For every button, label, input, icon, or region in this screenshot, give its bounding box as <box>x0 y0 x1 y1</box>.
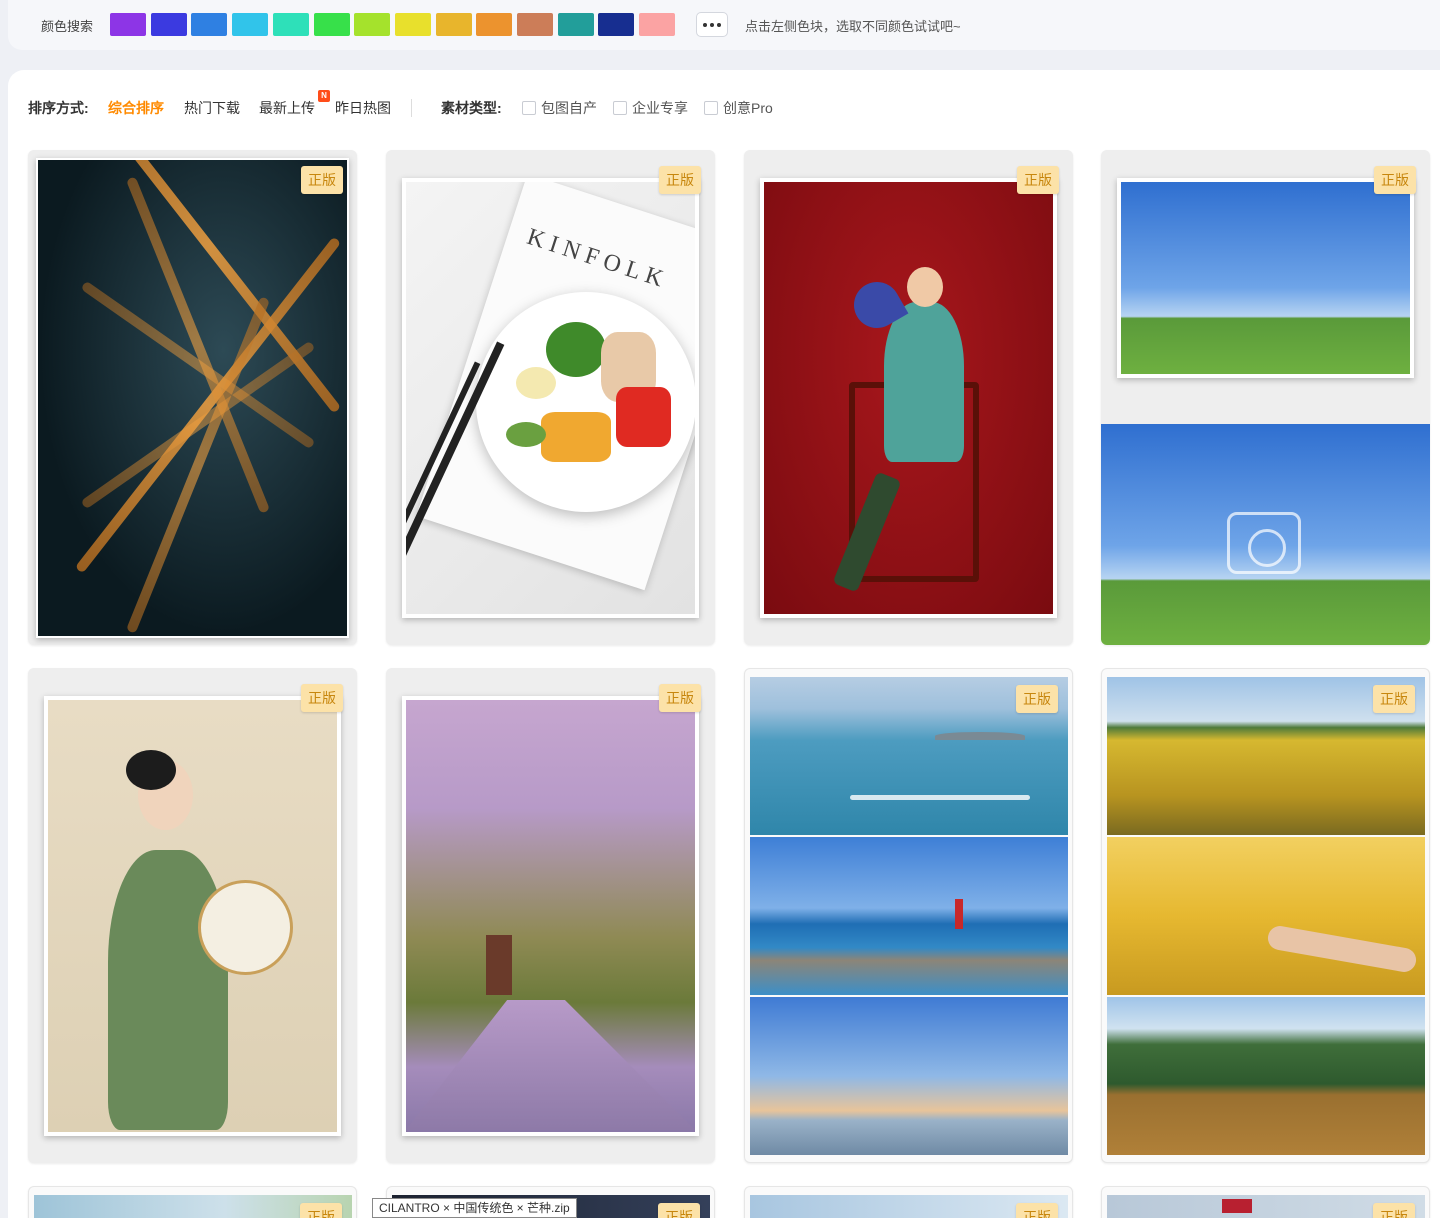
image-frame <box>760 178 1057 618</box>
color-swatch-turquoise[interactable] <box>272 13 309 36</box>
color-search-label: 颜色搜索 <box>41 19 94 34</box>
road-shape <box>406 1000 695 1130</box>
color-swatch-orange[interactable] <box>476 13 513 36</box>
licensed-tag: 正版 <box>1017 166 1059 194</box>
color-swatch-teal[interactable] <box>557 13 594 36</box>
hair-shape <box>126 750 176 790</box>
type-checkbox-enterprise[interactable]: 企业专享 <box>613 98 688 118</box>
checkbox-icon[interactable] <box>704 101 718 115</box>
red-portrait-image <box>764 182 1053 614</box>
licensed-tag: 正版 <box>1374 166 1416 194</box>
type-option-label: 包图自产 <box>541 100 597 116</box>
color-search-bar: 颜色搜索 点击左侧色块，选取不同颜色试试吧~ <box>8 0 1440 50</box>
image-card-row3-4[interactable]: 正版 <box>1101 1186 1430 1218</box>
face-shape <box>907 267 943 307</box>
image-card-red-portrait[interactable]: 正版 <box>744 150 1073 645</box>
hills-field-image <box>1107 997 1425 1155</box>
hand-shape <box>1266 924 1418 974</box>
color-swatch-pink[interactable] <box>639 13 676 36</box>
licensed-tag: 正版 <box>659 166 701 194</box>
image-card-fan-portrait[interactable]: 正版 <box>28 668 357 1163</box>
color-swatch-lime[interactable] <box>354 13 391 36</box>
checkbox-icon[interactable] <box>522 101 536 115</box>
camera-watermark-icon <box>1227 512 1301 574</box>
color-search-hint: 点击左侧色块，选取不同颜色试试吧~ <box>745 19 961 34</box>
licensed-tag: 正版 <box>1373 1203 1415 1218</box>
filter-bar: 排序方式: 综合排序 热门下载 最新上传 N 昨日热图 素材类型: 包图自产 企… <box>8 70 1440 146</box>
checkbox-icon[interactable] <box>613 101 627 115</box>
image-card-sea[interactable]: 正版 <box>744 668 1073 1163</box>
licensed-tag: 正版 <box>301 684 343 712</box>
image-card-sky-grass[interactable]: 正版 <box>1101 150 1430 645</box>
color-swatch-sky[interactable] <box>232 13 269 36</box>
color-swatch-green[interactable] <box>313 13 350 36</box>
color-swatch-brown[interactable] <box>517 13 553 36</box>
sort-option-hot-download[interactable]: 热门下载 <box>184 98 240 118</box>
wheat-hand-image <box>1107 837 1425 995</box>
salad-plate <box>476 292 695 512</box>
download-file-tooltip: CILANTRO × 中国传统色 × 芒种.zip <box>372 1198 577 1218</box>
type-checkbox-original[interactable]: 包图自产 <box>522 98 597 118</box>
more-dots-icon <box>703 22 707 27</box>
cheongsam-figure <box>884 302 964 462</box>
image-frame <box>44 696 341 1136</box>
color-swatch-purple[interactable] <box>110 13 146 36</box>
lighthouse-shape <box>955 899 963 929</box>
licensed-tag: 正版 <box>1016 1203 1058 1218</box>
sort-label: 排序方式: <box>28 100 89 116</box>
licensed-tag: 正版 <box>659 684 701 712</box>
kinfolk-food-image: KINFOLK <box>406 182 695 614</box>
image-frame: KINFOLK <box>402 178 699 618</box>
licensed-tag: 正版 <box>1373 685 1415 713</box>
type-option-label: 企业专享 <box>632 100 688 116</box>
sort-option-yesterday-hot[interactable]: 昨日热图 <box>335 98 391 118</box>
image-card-highway[interactable]: 正版 <box>28 150 357 645</box>
sort-option-comprehensive[interactable]: 综合排序 <box>108 98 164 118</box>
color-swatch-navy[interactable] <box>598 13 635 36</box>
round-fan-icon <box>198 880 293 975</box>
licensed-tag: 正版 <box>1016 685 1058 713</box>
lighthouse-image <box>750 837 1068 995</box>
image-card-cherry-blossom[interactable]: 正版 <box>386 668 715 1163</box>
image-card-fields[interactable]: 正版 <box>1101 668 1430 1163</box>
color-swatch-indigo[interactable] <box>150 13 187 36</box>
color-swatch-gold[interactable] <box>435 13 472 36</box>
image-card-row3-3[interactable]: 正版 <box>744 1186 1073 1218</box>
image-frame <box>36 158 349 638</box>
type-checkbox-creative-pro[interactable]: 创意Pro <box>704 98 773 118</box>
image-card-kinfolk[interactable]: KINFOLK 正版 <box>386 150 715 645</box>
licensed-tag: 正版 <box>300 1203 342 1218</box>
sea-dusk-image <box>750 997 1068 1155</box>
licensed-tag: 正版 <box>658 1203 700 1218</box>
material-type-label: 素材类型: <box>441 100 502 116</box>
cherry-blossom-image <box>406 700 695 1132</box>
house-shape <box>486 935 512 995</box>
sky-grass-thumb <box>1121 182 1410 374</box>
new-badge: N <box>318 90 330 102</box>
image-frame <box>402 696 699 1136</box>
color-swatch-blue[interactable] <box>191 13 228 36</box>
sort-option-latest-upload[interactable]: 最新上传 <box>259 98 315 118</box>
type-option-label: 创意Pro <box>723 100 773 116</box>
sky-grass-image <box>1101 424 1430 645</box>
image-card-row3-1[interactable]: 正版 <box>28 1186 357 1218</box>
image-frame <box>1117 178 1414 378</box>
fan-portrait-image <box>48 700 337 1132</box>
filter-divider <box>411 99 412 117</box>
highway-night-image <box>38 160 347 636</box>
licensed-tag: 正版 <box>301 166 343 194</box>
cheongsam-figure <box>108 850 228 1130</box>
color-swatch-yellow[interactable] <box>394 13 431 36</box>
more-colors-button[interactable] <box>696 12 728 37</box>
